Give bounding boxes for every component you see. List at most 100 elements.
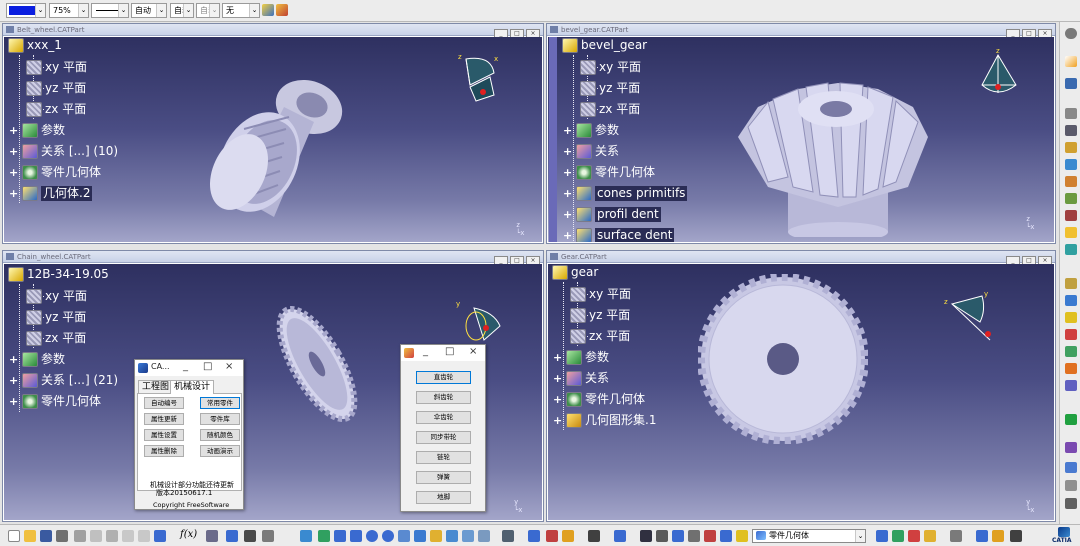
tool-icon[interactable] xyxy=(1065,442,1077,453)
thickness-select[interactable]: 自动 ⌄ xyxy=(131,3,167,18)
shading-icon[interactable] xyxy=(446,530,458,542)
tool-icon[interactable] xyxy=(924,530,936,542)
pan-icon[interactable] xyxy=(334,530,346,542)
common-parts-button[interactable]: 常用零件 xyxy=(200,397,240,409)
tool-icon[interactable] xyxy=(876,530,888,542)
tool-icon[interactable] xyxy=(656,530,668,542)
spring-button[interactable]: 弹簧 xyxy=(416,471,471,484)
paint-icon[interactable] xyxy=(262,4,274,16)
maximize-button[interactable]: □ xyxy=(445,346,454,357)
table-icon[interactable] xyxy=(226,530,238,542)
3d-viewport[interactable]: xxx_1 xy 平面 yz 平面 zx 平面 + 参数 + 关系 [...] … xyxy=(4,37,542,242)
transparency-select[interactable]: 75% ⌄ xyxy=(49,3,89,18)
tool-icon[interactable] xyxy=(1065,193,1077,204)
cut-icon[interactable] xyxy=(74,530,86,542)
tool-icon[interactable] xyxy=(262,530,274,542)
expand-icon[interactable]: + xyxy=(9,167,18,178)
linetype-select[interactable]: ⌄ xyxy=(91,3,129,18)
tool-icon[interactable] xyxy=(1065,414,1077,425)
tool-icon[interactable] xyxy=(1065,159,1077,170)
fly-icon[interactable] xyxy=(300,530,312,542)
tool-icon[interactable] xyxy=(1065,125,1077,136)
tree-scrollbar[interactable] xyxy=(549,37,557,242)
help-icon[interactable] xyxy=(154,530,166,542)
tool-icon[interactable] xyxy=(892,530,904,542)
layer-select[interactable]: 无 ⌄ xyxy=(222,3,260,18)
work-object-select[interactable]: 零件几何体 ⌄ xyxy=(752,529,866,543)
tool-icon[interactable] xyxy=(1065,380,1077,391)
formula-icon[interactable]: f(x) xyxy=(180,529,197,540)
sprocket-button[interactable]: 链轮 xyxy=(416,451,471,464)
tool-icon[interactable] xyxy=(1065,227,1077,238)
expand-icon[interactable]: + xyxy=(9,396,18,407)
expand-icon[interactable]: + xyxy=(553,352,562,363)
tool-icon[interactable] xyxy=(1065,498,1077,509)
open-folder-icon[interactable] xyxy=(24,530,36,542)
multi-view-icon[interactable] xyxy=(414,530,426,542)
tool-icon[interactable] xyxy=(562,530,574,542)
color-select[interactable]: ⌄ xyxy=(6,3,46,18)
paste-icon[interactable] xyxy=(106,530,118,542)
close-button[interactable]: × xyxy=(225,361,233,372)
tool-icon[interactable] xyxy=(1065,244,1077,255)
hide-show-icon[interactable] xyxy=(462,530,474,542)
auto-number-button[interactable]: 自动编号 xyxy=(144,397,184,409)
tool-icon[interactable] xyxy=(992,530,1004,542)
new-file-icon[interactable] xyxy=(8,530,20,542)
tool-icon[interactable] xyxy=(1065,176,1077,187)
property-settings-button[interactable]: 属性设置 xyxy=(144,429,184,441)
expand-icon[interactable]: + xyxy=(9,125,18,136)
close-button[interactable]: × xyxy=(469,346,477,357)
auto-select-2[interactable]: 自动 ⌄ xyxy=(196,3,220,18)
expand-icon[interactable]: + xyxy=(563,125,572,136)
tool-icon[interactable] xyxy=(976,530,988,542)
expand-icon[interactable]: + xyxy=(563,188,572,199)
tool-icon[interactable] xyxy=(1065,462,1077,473)
tool-icon[interactable] xyxy=(244,530,256,542)
auto-select-1[interactable]: 自动 ⌄ xyxy=(170,3,194,18)
save-icon[interactable] xyxy=(40,530,52,542)
tool-icon[interactable] xyxy=(640,530,652,542)
fit-all-icon[interactable] xyxy=(318,530,330,542)
tool-icon[interactable] xyxy=(528,530,540,542)
expand-icon[interactable]: + xyxy=(9,188,18,199)
sketch-icon[interactable] xyxy=(1065,78,1077,89)
expand-icon[interactable]: + xyxy=(563,167,572,178)
rotate-icon[interactable] xyxy=(350,530,362,542)
tool-icon[interactable] xyxy=(950,530,962,542)
grid-icon[interactable] xyxy=(1065,480,1077,491)
settings-icon[interactable] xyxy=(1065,28,1077,39)
zoom-in-icon[interactable] xyxy=(366,530,378,542)
tab-drawing[interactable]: 工程图 xyxy=(138,380,174,394)
tool-icon[interactable] xyxy=(704,530,716,542)
timing-pulley-button[interactable]: 同步带轮 xyxy=(416,431,471,444)
tool-icon[interactable] xyxy=(1065,346,1077,357)
iso-view-icon[interactable] xyxy=(430,530,442,542)
tool-icon[interactable] xyxy=(1065,142,1077,153)
swap-space-icon[interactable] xyxy=(478,530,490,542)
anchor-button[interactable]: 地脚 xyxy=(416,491,471,504)
tool-icon[interactable] xyxy=(1065,210,1077,221)
expand-icon[interactable]: + xyxy=(9,146,18,157)
expand-icon[interactable]: + xyxy=(553,394,562,405)
tool-icon[interactable] xyxy=(546,530,558,542)
expand-icon[interactable]: + xyxy=(563,209,572,220)
tool-icon[interactable] xyxy=(1065,363,1077,374)
undo-icon[interactable] xyxy=(122,530,134,542)
expand-icon[interactable]: + xyxy=(563,146,572,157)
tool-icon[interactable] xyxy=(588,530,600,542)
cursor-icon[interactable] xyxy=(1065,56,1077,67)
tool-icon[interactable] xyxy=(720,530,732,542)
delete-properties-button[interactable]: 属性删除 xyxy=(144,445,184,457)
normal-view-icon[interactable] xyxy=(398,530,410,542)
parts-library-button[interactable]: 零件库 xyxy=(200,413,240,425)
tool-icon[interactable] xyxy=(502,530,514,542)
3d-viewport[interactable]: bevel_gear xy 平面 yz 平面 zx 平面 + 参数 + 关系 +… xyxy=(548,37,1054,242)
tool-icon[interactable] xyxy=(688,530,700,542)
maximize-button[interactable]: □ xyxy=(203,361,212,372)
3d-viewport[interactable]: gear xy 平面 yz 平面 zx 平面 + 参数 + 关系 + 零件几何体… xyxy=(548,264,1054,520)
tool-icon[interactable] xyxy=(1010,530,1022,542)
expand-icon[interactable]: + xyxy=(553,373,562,384)
brush-icon[interactable] xyxy=(276,4,288,16)
print-icon[interactable] xyxy=(56,530,68,542)
